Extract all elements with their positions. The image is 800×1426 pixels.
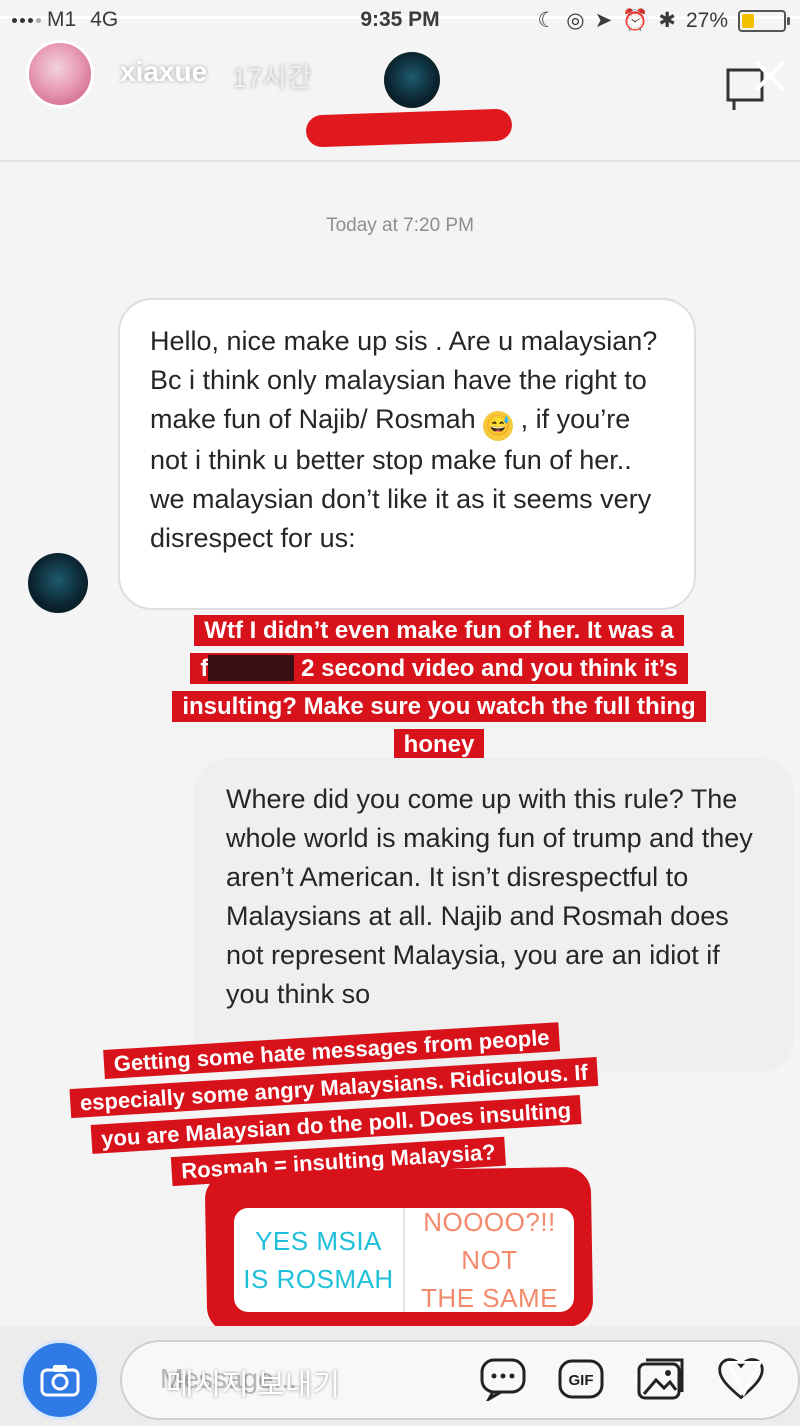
send-icon (726, 1360, 763, 1397)
lock-rotation-icon: ◎ (566, 9, 585, 32)
battery-icon (738, 9, 790, 32)
poll-option-no[interactable]: NOOOO?!! NOT THE SAME (405, 1208, 574, 1312)
caption-line: honey (393, 729, 485, 760)
bluetooth-icon: ✱ (658, 9, 676, 32)
svg-text:GIF: GIF (569, 1372, 594, 1389)
censor-block (208, 655, 295, 681)
battery-percent: 27% (685, 8, 728, 32)
header-divider (0, 160, 800, 162)
story-header: xiaxue 17시간 (0, 40, 800, 160)
alarm-icon: ⏰ (622, 8, 649, 32)
sweat-smile-emoji: 😅 (483, 411, 514, 441)
camera-button[interactable] (20, 1340, 100, 1420)
status-right: ☾ ◎ ➤ ⏰ ✱ 27% (537, 8, 790, 33)
gallery-button[interactable] (636, 1354, 686, 1404)
status-bar: M1 4G 9:35 PM ☾ ◎ ➤ ⏰ ✱ 27% (0, 0, 800, 40)
sender-avatar[interactable] (28, 553, 88, 613)
gif-button[interactable]: GIF (556, 1354, 606, 1404)
moon-icon: ☾ (537, 9, 557, 32)
chat-bubble-icon (480, 1358, 526, 1401)
poll-option-yes[interactable]: YES MSIA IS ROSMAH (234, 1208, 405, 1312)
story-username[interactable]: xiaxue (120, 56, 207, 88)
gif-icon: GIF (558, 1359, 604, 1399)
story-caption-reply: Wtf I didn’t even make fun of her. It wa… (134, 612, 744, 764)
caption-line: f 2 second video and you think it’s (190, 653, 688, 684)
caption-line: insulting? Make sure you watch the full … (172, 691, 706, 722)
chat-bubble-button[interactable] (478, 1354, 528, 1404)
close-icon (726, 60, 786, 110)
caption-line: Wtf I didn’t even make fun of her. It wa… (194, 615, 684, 646)
close-button[interactable] (724, 56, 788, 114)
location-icon: ➤ (594, 9, 613, 32)
story-time-ago: 17시간 (232, 63, 312, 93)
camera-icon (40, 1365, 80, 1397)
heart-icon (718, 1358, 764, 1400)
recipient-avatar (384, 52, 440, 108)
incoming-message-bubble[interactable]: Hello, nice make up sis . Are u malaysia… (118, 298, 696, 610)
thread-date-label: Today at 7:20 PM (326, 215, 474, 236)
outgoing-message-text: Where did you come up with this rule? Th… (226, 784, 753, 1009)
gallery-icon (637, 1358, 684, 1400)
poll-sticker: YES MSIA IS ROSMAH NOOOO?!! NOT THE SAME (234, 1208, 574, 1312)
avatar[interactable] (26, 40, 94, 108)
redaction-mark (305, 108, 513, 148)
send-heart-button[interactable] (716, 1354, 766, 1404)
send-message-overlay-label: 메시지 보내기 (166, 1369, 340, 1402)
